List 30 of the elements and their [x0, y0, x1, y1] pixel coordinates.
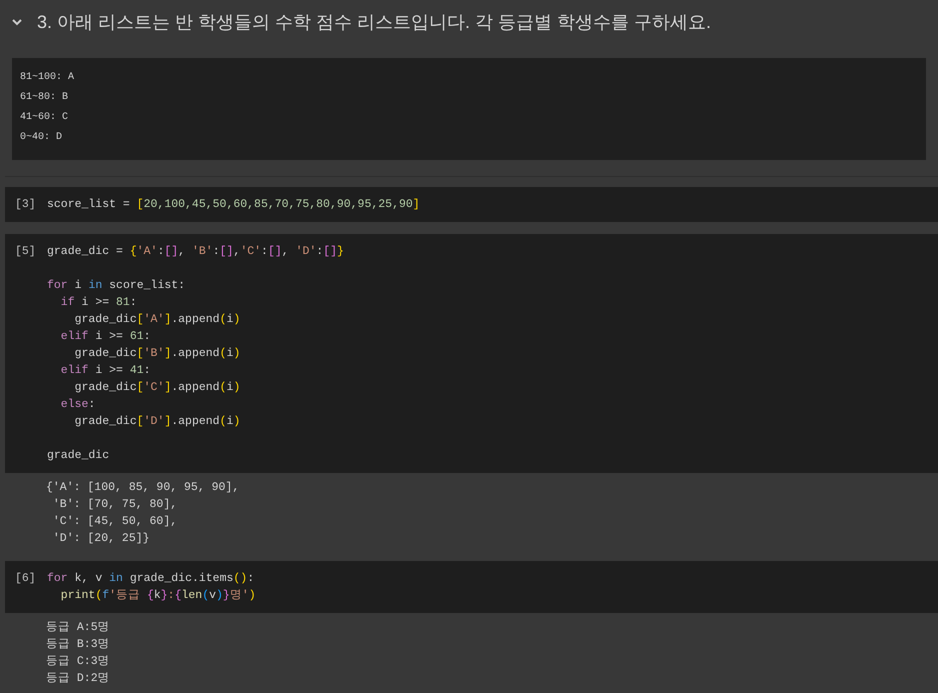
code-line: score_list = [20,100,45,50,60,85,70,75,80,90,95,25,90]	[47, 197, 420, 213]
section-heading: 3. 아래 리스트는 반 학생들의 수학 점수 리스트입니다. 각 등급별 학생수를 구하세요.	[37, 10, 712, 34]
execution-count: [3]	[15, 197, 37, 213]
code-line: elif i >= 61:	[60, 329, 151, 345]
code-line: print(f'등급 {k}:{len(v)}명')	[60, 588, 256, 604]
code-line: if i >= 81:	[60, 295, 137, 311]
code-line: for k, v in grade_dic.items():	[47, 571, 254, 587]
code-line: else:	[60, 397, 96, 413]
output-line: 'B': [70, 75, 80],	[52, 497, 178, 513]
code-line: grade_dic['B'].append(i)	[74, 346, 240, 362]
code-line: grade_dic = {'A':[], 'B':[],'C':[], 'D':[]}	[47, 244, 344, 260]
code-line: grade_dic['A'].append(i)	[74, 312, 240, 328]
code-line: 81~100: A	[20, 71, 74, 85]
code-line: grade_dic['D'].append(i)	[74, 414, 240, 430]
code-line: 61~80: B	[20, 91, 68, 105]
code-line: elif i >= 41:	[60, 363, 151, 379]
output-line: 'C': [45, 50, 60],	[52, 514, 178, 530]
execution-count: [5]	[15, 244, 37, 260]
output-line: 등급 D:2명	[46, 671, 110, 687]
code-line: for i in score_list:	[47, 278, 186, 294]
output-line: 등급 A:5명	[46, 620, 110, 636]
output-line: 등급 C:3명	[46, 654, 110, 670]
code-line: 41~60: C	[20, 111, 68, 125]
output-line: {'A': [100, 85, 90, 95, 90],	[46, 480, 240, 496]
code-line: grade_dic['C'].append(i)	[74, 380, 240, 396]
output-line: 등급 B:3명	[46, 637, 110, 653]
code-line: grade_dic	[47, 448, 110, 464]
execution-count: [6]	[15, 571, 37, 587]
code-line: 0~40: D	[20, 131, 62, 145]
output-line: 'D': [20, 25]}	[52, 531, 150, 547]
